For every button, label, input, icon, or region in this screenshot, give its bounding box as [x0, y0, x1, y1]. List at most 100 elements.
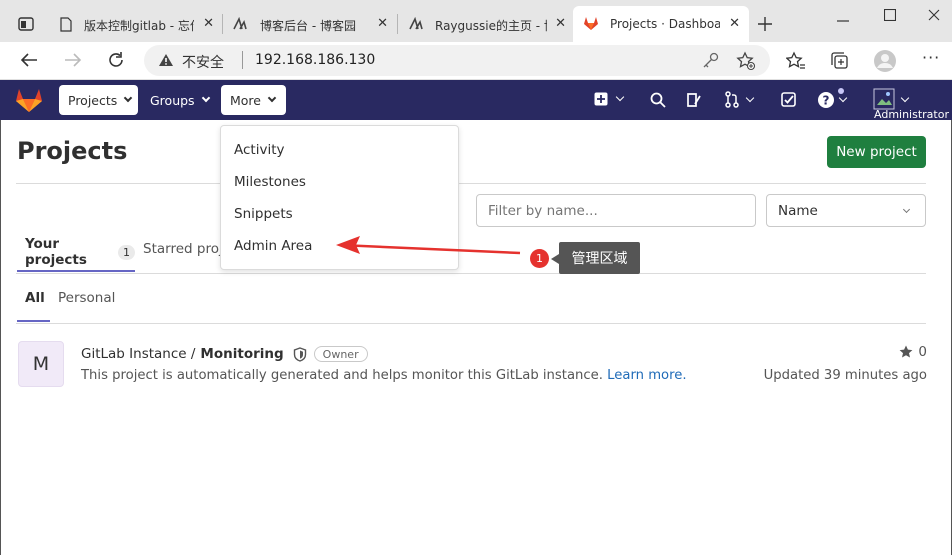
groups-label: Groups — [150, 92, 195, 108]
star-icon — [900, 345, 913, 358]
sort-value: Name — [778, 202, 818, 219]
url-text: 192.168.186.130 — [255, 52, 376, 68]
divider — [16, 183, 926, 184]
chevron-down-icon — [900, 93, 910, 103]
tab-starred-projects[interactable]: Starred proje — [143, 241, 231, 257]
document-icon — [60, 17, 72, 32]
divider — [16, 273, 926, 274]
chevron-down-icon — [267, 93, 277, 103]
address-bar[interactable]: 不安全 192.168.186.130 — [144, 45, 770, 76]
menu-item-activity[interactable]: Activity — [234, 142, 285, 158]
settings-more-icon[interactable]: ··· — [922, 48, 940, 67]
add-favorite-icon[interactable] — [736, 51, 756, 71]
browser-tab-strip: 版本控制gitlab - 忘作 ✕ 博客后台 - 博客园 ✕ Raygussie… — [0, 0, 952, 42]
menu-item-snippets[interactable]: Snippets — [234, 206, 293, 222]
url-divider — [242, 51, 243, 69]
plus-icon[interactable] — [757, 16, 773, 32]
updated-time: Updated 39 minutes ago — [763, 368, 927, 383]
issues-icon[interactable] — [686, 92, 702, 108]
help-dropdown-button[interactable]: ? — [817, 88, 848, 109]
chevron-down-icon — [124, 93, 133, 103]
favorites-icon[interactable] — [786, 51, 806, 71]
chevron-down-icon — [615, 92, 625, 102]
collections-icon[interactable] — [830, 51, 850, 71]
new-project-button[interactable]: New project — [827, 136, 926, 168]
tab-title: Projects · Dashboard — [610, 17, 720, 31]
role-badge: Owner — [313, 346, 368, 362]
svg-text:?: ? — [823, 94, 830, 108]
search-icon[interactable] — [650, 92, 666, 108]
user-menu-button[interactable]: Administrator — [873, 88, 952, 121]
count-badge: 1 — [118, 244, 135, 260]
window-border — [0, 120, 1, 555]
divider — [16, 323, 926, 324]
back-icon[interactable] — [20, 52, 38, 68]
projects-dropdown-button[interactable]: Projects — [59, 85, 138, 115]
project-row[interactable]: M GitLab Instance / Monitoring Owner Thi… — [16, 337, 928, 389]
annotation-label: 管理区域 — [559, 242, 640, 274]
new-dropdown-button[interactable] — [594, 92, 625, 106]
menu-item-admin-area[interactable]: Admin Area — [234, 238, 312, 254]
shield-icon — [293, 346, 306, 362]
close-icon[interactable]: ✕ — [555, 16, 566, 31]
todos-icon[interactable] — [781, 92, 797, 108]
browser-tab-raygussie[interactable]: Raygussie的主页 - 博 ✕ — [400, 6, 572, 42]
more-label: More — [230, 92, 261, 108]
project-avatar[interactable]: M — [18, 341, 64, 387]
browser-tab-projects-dashboard[interactable]: Projects · Dashboard ✕ — [573, 6, 749, 42]
projects-label: Projects — [68, 92, 118, 108]
browser-tab-gitlab-blog[interactable]: 版本控制gitlab - 忘作 ✕ — [52, 6, 220, 42]
close-icon[interactable]: ✕ — [377, 16, 388, 31]
learn-more-link[interactable]: Learn more. — [607, 368, 686, 383]
plus-square-icon — [594, 92, 608, 106]
chevron-down-icon — [902, 205, 911, 214]
filter-input[interactable] — [476, 194, 756, 227]
more-dropdown-button[interactable]: More — [221, 85, 286, 115]
gitlab-navbar: Projects Groups More ? Administrator — [0, 80, 952, 121]
maximize-icon[interactable] — [884, 9, 896, 21]
project-namespace: GitLab Instance / — [81, 346, 196, 362]
close-icon[interactable]: ✕ — [729, 16, 740, 31]
page-title: Projects — [17, 137, 128, 165]
chevron-down-icon — [838, 93, 848, 103]
broken-avatar-icon — [873, 88, 895, 110]
browser-tab-blog-admin[interactable]: 博客后台 - 博客园 ✕ — [224, 6, 394, 42]
notification-dot — [838, 88, 844, 94]
annotation-arrow-icon — [336, 236, 521, 255]
tab-your-projects[interactable]: Your projects 1 — [17, 234, 135, 272]
groups-dropdown-button[interactable]: Groups — [141, 85, 216, 115]
project-title[interactable]: GitLab Instance / Monitoring Owner — [81, 346, 368, 362]
gitlab-logo-icon — [584, 17, 598, 30]
forward-icon[interactable] — [64, 52, 82, 68]
tab-label: Your projects — [25, 236, 87, 268]
subtab-personal[interactable]: Personal — [58, 290, 115, 306]
merge-requests-button[interactable] — [725, 91, 755, 108]
chevron-down-icon — [201, 93, 210, 103]
tab-actions-icon[interactable] — [18, 17, 34, 31]
close-icon[interactable]: ✕ — [203, 16, 214, 31]
profile-avatar-icon[interactable] — [873, 49, 897, 73]
merge-request-icon — [725, 91, 739, 108]
browser-toolbar: 不安全 192.168.186.130 ··· — [0, 42, 952, 80]
annotation-pointer — [551, 254, 559, 264]
minimize-icon[interactable] — [836, 14, 850, 28]
key-icon[interactable] — [702, 52, 720, 70]
chevron-down-icon — [745, 93, 755, 102]
tab-title: Raygussie的主页 - 博 — [435, 19, 547, 33]
window-close-icon[interactable] — [928, 9, 940, 21]
cnblogs-icon — [409, 17, 423, 30]
tab-title: 博客后台 - 博客园 — [260, 19, 356, 33]
menu-item-milestones[interactable]: Milestones — [234, 174, 306, 190]
description-text: This project is automatically generated … — [81, 368, 603, 383]
refresh-icon[interactable] — [107, 51, 125, 69]
star-count[interactable]: 0 — [899, 344, 927, 360]
insecure-label: 不安全 — [182, 55, 224, 71]
annotation-step-badge: 1 — [530, 249, 549, 268]
subtab-all[interactable]: All — [17, 280, 50, 322]
sort-dropdown[interactable]: Name — [766, 194, 926, 227]
gitlab-logo-icon[interactable] — [15, 87, 43, 113]
tab-title: 版本控制gitlab - 忘作 — [84, 19, 194, 33]
project-description: This project is automatically generated … — [81, 368, 687, 383]
tab-divider — [222, 14, 223, 34]
cnblogs-icon — [233, 17, 247, 30]
